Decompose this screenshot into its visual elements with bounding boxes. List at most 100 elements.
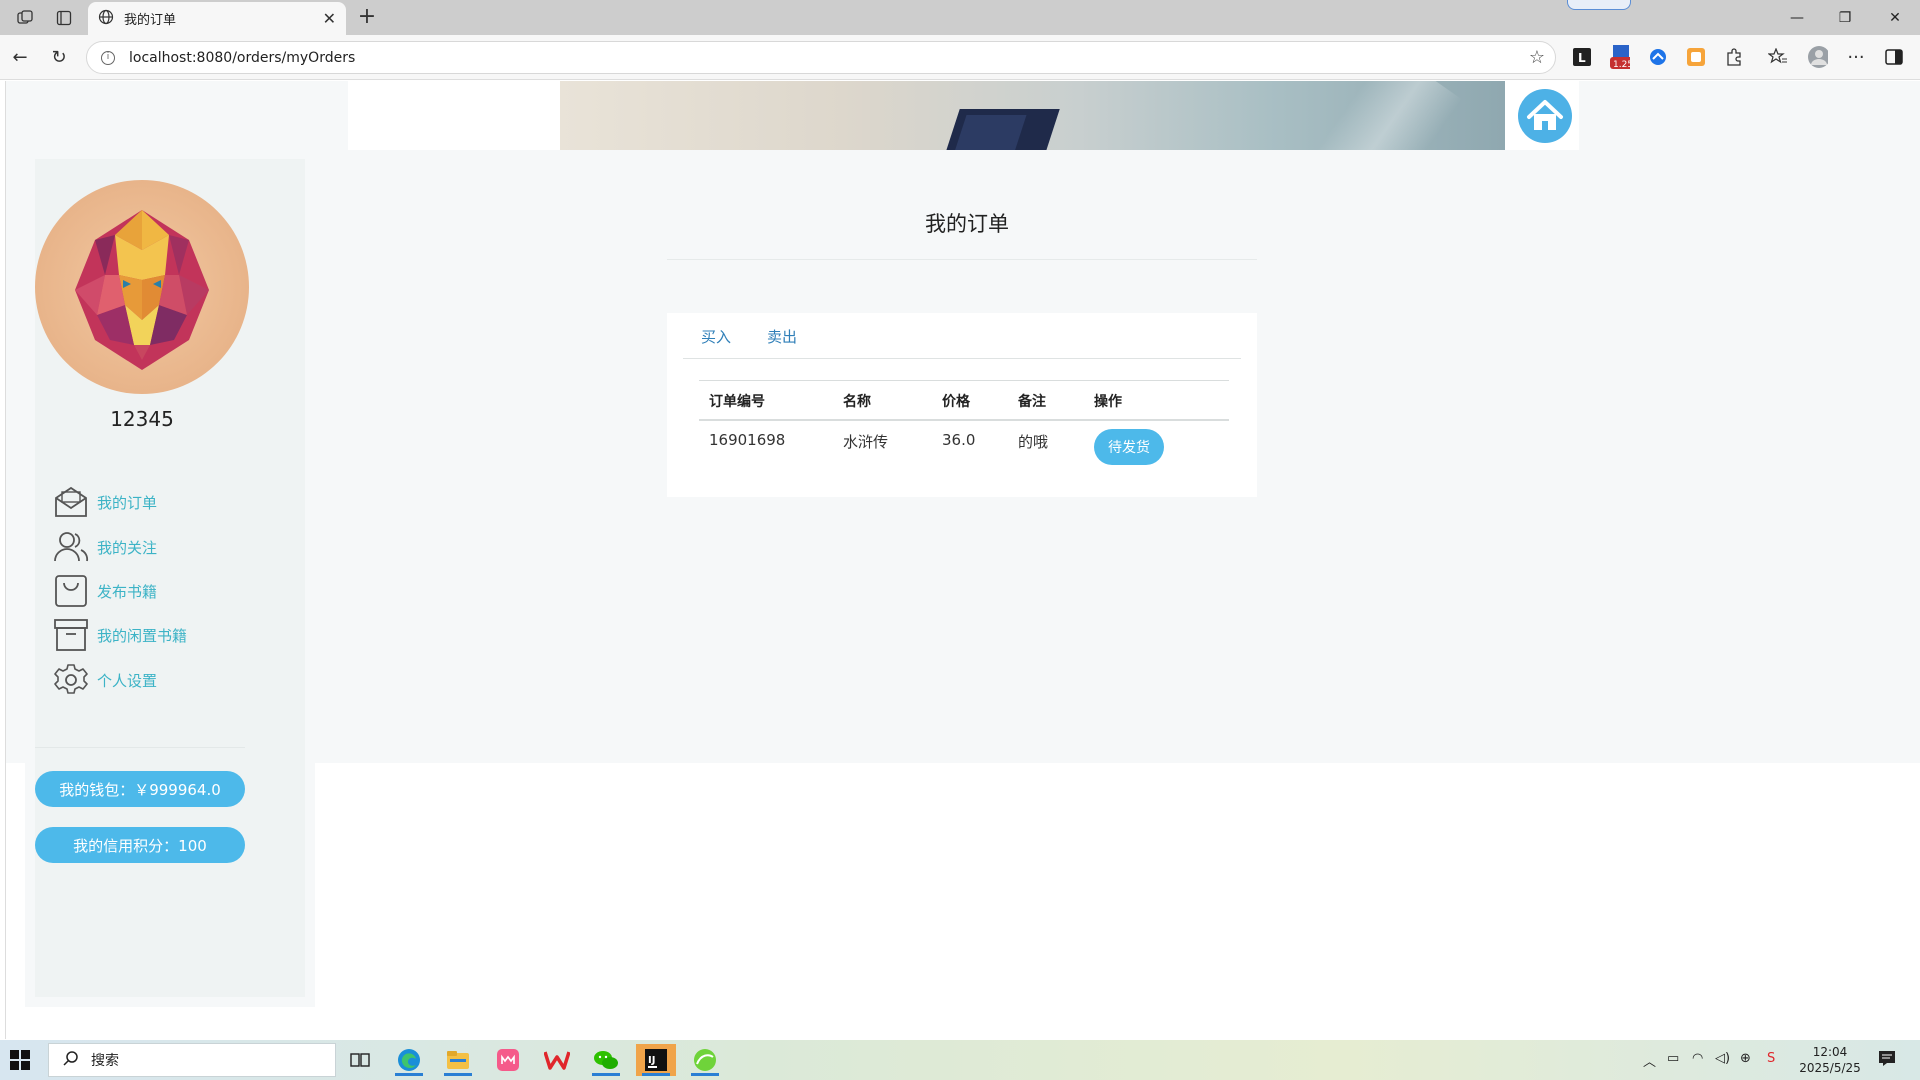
sidebar-item-label: 我的闲置书籍: [97, 626, 188, 645]
avatar[interactable]: [35, 180, 249, 394]
cell-name: 水浒传: [843, 433, 889, 451]
green-app-icon[interactable]: [685, 1044, 725, 1076]
column-header-price: 价格: [932, 380, 1008, 421]
task-view-icon[interactable]: [340, 1044, 380, 1076]
more-menu-icon[interactable]: ···: [1846, 47, 1866, 68]
sidebar-item-publish-book[interactable]: 发布书籍: [53, 573, 283, 609]
archive-icon: [53, 617, 89, 653]
sidebar-item-settings[interactable]: 个人设置: [53, 662, 283, 698]
username: 12345: [110, 407, 174, 431]
svg-text:IJ: IJ: [648, 1055, 655, 1066]
home-icon: [1527, 100, 1563, 130]
tab-indicator: [1567, 0, 1631, 10]
wallet-button[interactable]: 我的钱包：￥999964.0: [35, 771, 245, 807]
browser-tab-active[interactable]: 我的订单 ✕: [88, 2, 346, 35]
sidebar-item-my-follows[interactable]: 我的关注: [53, 529, 283, 565]
clock-time: 12:04: [1812, 1045, 1848, 1059]
site-info-icon[interactable]: i: [101, 50, 115, 65]
taskbar-clock[interactable]: 12:04 2025/5/25: [1798, 1044, 1862, 1076]
page-title: 我的订单: [925, 212, 1009, 236]
extension-orange-icon[interactable]: [1686, 47, 1706, 67]
new-tab-button[interactable]: +: [354, 5, 380, 31]
column-header-note: 备注: [1008, 380, 1084, 421]
sidebar-item-label: 个人设置: [97, 671, 158, 690]
envelope-icon: [53, 484, 89, 520]
table-header-row: 订单编号 名称 价格 备注 操作: [699, 380, 1229, 421]
close-tab-icon[interactable]: ✕: [323, 9, 336, 28]
input-method-icon[interactable]: ⊕: [1740, 1051, 1751, 1066]
column-header-name: 名称: [833, 380, 932, 421]
browser-toolbar: ← ↻ i localhost:8080/orders/myOrders ☆ L…: [0, 35, 1920, 80]
banner-image: [560, 81, 1505, 150]
tab-title: 我的订单: [124, 13, 177, 28]
windows-taskbar: 搜索 IJ ︿ ▭ ◠ ◁) ⊕ S 12:04 2025/5/25: [0, 1040, 1920, 1080]
volume-icon[interactable]: ◁): [1715, 1051, 1730, 1066]
windows-start-icon[interactable]: [10, 1050, 30, 1070]
battery-icon[interactable]: ▭: [1667, 1051, 1679, 1066]
file-explorer-icon[interactable]: [438, 1044, 478, 1076]
orders-table: 订单编号 名称 价格 备注 操作 16901698 水浒传 36.0 的哦 待发…: [699, 380, 1229, 475]
column-header-action: 操作: [1084, 380, 1229, 421]
tab-actions-icon[interactable]: [53, 7, 75, 29]
users-icon: [53, 529, 89, 565]
lion-avatar-image: [75, 210, 209, 370]
bag-icon: [53, 573, 89, 609]
sidebar-item-my-idle-books[interactable]: 我的闲置书籍: [53, 617, 283, 653]
intellij-idea-icon[interactable]: IJ: [636, 1044, 676, 1076]
sidebar-item-label: 我的订单: [97, 493, 158, 512]
browser-tab-bar: 我的订单 ✕ + — ❐ ✕: [0, 0, 1920, 35]
sidebar-item-my-orders[interactable]: 我的订单: [53, 484, 283, 520]
extension-badge-icon[interactable]: 1.25: [1610, 45, 1630, 70]
sidebar-item-label: 发布书籍: [97, 582, 158, 601]
tray-expand-icon[interactable]: ︿: [1643, 1051, 1656, 1070]
url-text: localhost:8080/orders/myOrders: [129, 49, 356, 66]
sidebar-item-label: 我的关注: [97, 538, 158, 557]
close-window-button[interactable]: ✕: [1872, 0, 1918, 35]
cell-order-id: 16901698: [709, 431, 786, 449]
extensions-puzzle-icon[interactable]: [1724, 47, 1744, 67]
search-placeholder: 搜索: [91, 1053, 119, 1069]
favorites-icon[interactable]: [1768, 47, 1788, 67]
home-button[interactable]: [1518, 89, 1572, 143]
minimize-button[interactable]: —: [1774, 0, 1820, 35]
search-icon: [63, 1050, 79, 1070]
taskbar-search-input[interactable]: 搜索: [48, 1043, 336, 1077]
gear-icon: [53, 662, 89, 698]
media-app-icon[interactable]: [488, 1044, 528, 1076]
back-icon[interactable]: ←: [8, 45, 32, 69]
tab-buy[interactable]: 买入: [701, 326, 731, 347]
pending-shipment-button[interactable]: 待发货: [1094, 429, 1164, 465]
restore-button[interactable]: ❐: [1822, 0, 1868, 35]
column-header-order-id: 订单编号: [699, 380, 833, 421]
order-tabs: 买入 卖出: [683, 313, 1241, 359]
clock-date: 2025/5/25: [1799, 1061, 1861, 1075]
favorite-star-icon[interactable]: ☆: [1529, 47, 1545, 68]
orders-card: 买入 卖出 订单编号 名称 价格 备注 操作 16901698 水浒传 36.0…: [667, 313, 1257, 497]
tab-sell[interactable]: 卖出: [767, 326, 797, 347]
table-row: 16901698 水浒传 36.0 的哦 待发货: [699, 420, 1229, 475]
wps-tray-icon[interactable]: S: [1767, 1051, 1775, 1066]
edge-browser-icon[interactable]: [389, 1044, 429, 1076]
address-bar[interactable]: i localhost:8080/orders/myOrders ☆: [86, 41, 1556, 74]
svg-text:L: L: [1578, 51, 1586, 65]
extension-blue-icon[interactable]: [1648, 47, 1668, 67]
extension-l-icon[interactable]: L: [1572, 47, 1592, 67]
cell-note: 的哦: [1018, 433, 1049, 451]
workspaces-icon[interactable]: [14, 7, 36, 29]
network-icon[interactable]: ◠: [1692, 1051, 1703, 1066]
extension-badge-text: 1.25: [1613, 60, 1630, 70]
sidebar-divider: [35, 747, 245, 748]
title-divider: [667, 259, 1257, 260]
refresh-icon[interactable]: ↻: [47, 45, 71, 69]
wechat-icon[interactable]: [586, 1044, 626, 1076]
cell-action: 待发货: [1084, 420, 1229, 475]
globe-icon: [98, 9, 114, 29]
profile-avatar-icon[interactable]: [1808, 46, 1828, 68]
header-banner: [348, 81, 1579, 150]
sidebar: 12345 我的订单 我的关注 发布书籍 我的闲置书籍 个人设置 我的钱包：￥9…: [35, 159, 305, 997]
notification-icon[interactable]: [1878, 1049, 1896, 1071]
credit-score-button[interactable]: 我的信用积分：100: [35, 827, 245, 863]
sidebar-toggle-icon[interactable]: [1884, 47, 1904, 67]
wps-office-icon[interactable]: [537, 1044, 577, 1076]
cell-price: 36.0: [942, 431, 976, 449]
